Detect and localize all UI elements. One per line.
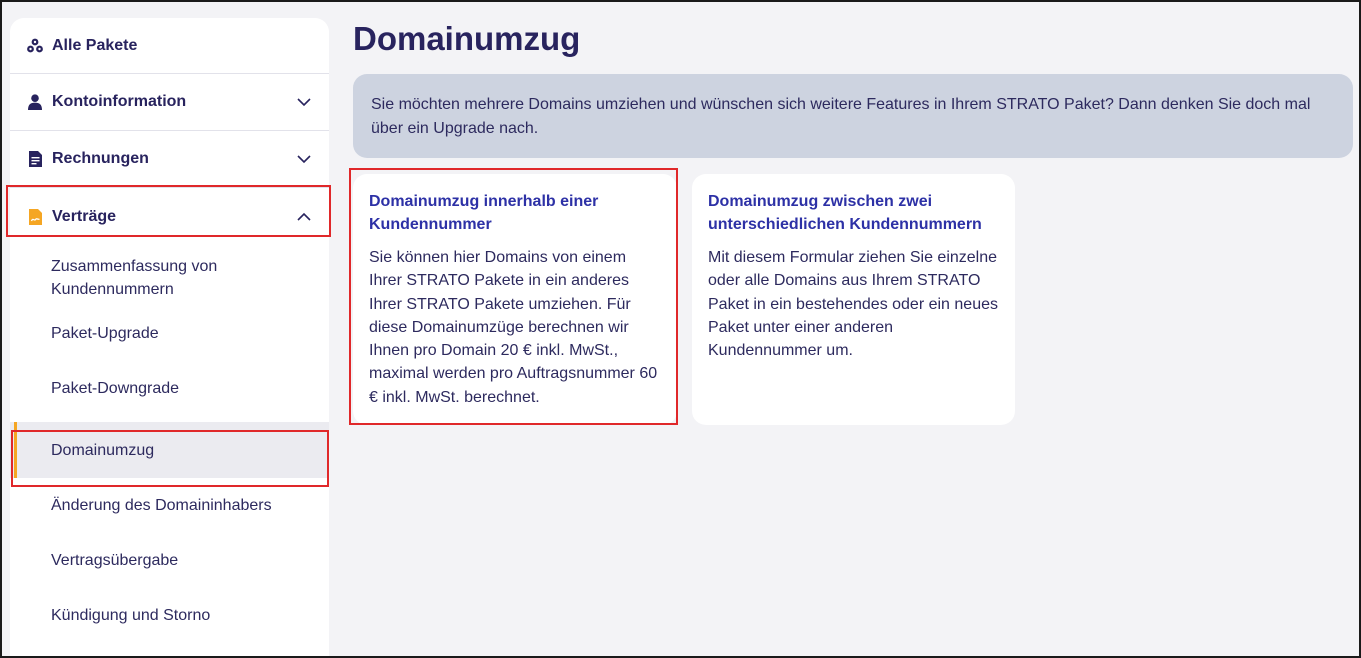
subnav-item-label: Zusammenfassung von Kundennummern <box>51 258 218 298</box>
nav-section-rechnungen[interactable]: Rechnungen <box>10 131 329 188</box>
subnav-item-zusammenfassung[interactable]: Zusammenfassung von Kundennummern <box>10 245 329 311</box>
subnav-item-domainumzug[interactable]: Domainumzug <box>10 422 329 478</box>
subnav-item-label: Änderung des Domaininhabers <box>51 496 272 514</box>
contracts-subnav: Zusammenfassung von Kundennummern Paket-… <box>10 245 329 642</box>
user-icon <box>26 93 44 111</box>
card-title[interactable]: Domainumzug innerhalb einer Kundennummer <box>369 190 661 236</box>
upgrade-info-banner: Sie möchten mehrere Domains umziehen und… <box>353 74 1353 158</box>
subnav-item-label: Kündigung und Storno <box>51 606 211 624</box>
page-title: Domainumzug <box>353 20 581 57</box>
nav-all-packages-label: Alle Pakete <box>52 36 138 54</box>
card-text: Mit diesem Formular ziehen Sie einzelne … <box>708 249 998 360</box>
subnav-item-vertragsuebergabe[interactable]: Vertragsübergabe <box>10 532 329 588</box>
card-title[interactable]: Domainumzug zwischen zwei unterschiedlic… <box>708 190 999 236</box>
nav-section-kontoinformation[interactable]: Kontoinformation <box>10 74 329 131</box>
card-same-customer-transfer[interactable]: Domainumzug innerhalb einer Kundennummer… <box>353 174 677 425</box>
nav-section-vertraege[interactable]: Verträge <box>10 188 329 245</box>
invoice-icon <box>26 150 44 168</box>
subnav-item-paket-downgrade[interactable]: Paket-Downgrade <box>10 355 329 422</box>
subnav-item-label: Paket-Upgrade <box>51 324 159 342</box>
subnav-item-label: Domainumzug <box>51 441 155 459</box>
subnav-item-domaininhaber[interactable]: Änderung des Domaininhabers <box>10 478 329 532</box>
sidebar: Alle Pakete Kontoinformation Rechnungen … <box>10 18 329 656</box>
subnav-item-label: Vertragsübergabe <box>51 551 179 569</box>
nav-section-label: Kontoinformation <box>52 93 187 110</box>
card-text: Sie können hier Domains von einem Ihrer … <box>369 249 658 406</box>
chevron-down-icon <box>297 155 311 164</box>
chevron-up-icon <box>297 212 311 221</box>
card-different-customer-transfer[interactable]: Domainumzug zwischen zwei unterschiedlic… <box>692 174 1015 425</box>
nav-all-packages[interactable]: Alle Pakete <box>10 18 329 74</box>
nav-section-label: Rechnungen <box>52 150 149 167</box>
chevron-down-icon <box>297 98 311 107</box>
contract-icon <box>26 208 44 226</box>
subnav-item-label: Paket-Downgrade <box>51 380 180 397</box>
banner-text: Sie möchten mehrere Domains umziehen und… <box>371 96 1311 137</box>
nav-section-label: Verträge <box>52 207 117 225</box>
packages-icon <box>26 37 44 55</box>
app-frame: Alle Pakete Kontoinformation Rechnungen … <box>0 0 1361 658</box>
subnav-item-paket-upgrade[interactable]: Paket-Upgrade <box>10 311 329 355</box>
subnav-item-kuendigung[interactable]: Kündigung und Storno <box>10 588 329 642</box>
